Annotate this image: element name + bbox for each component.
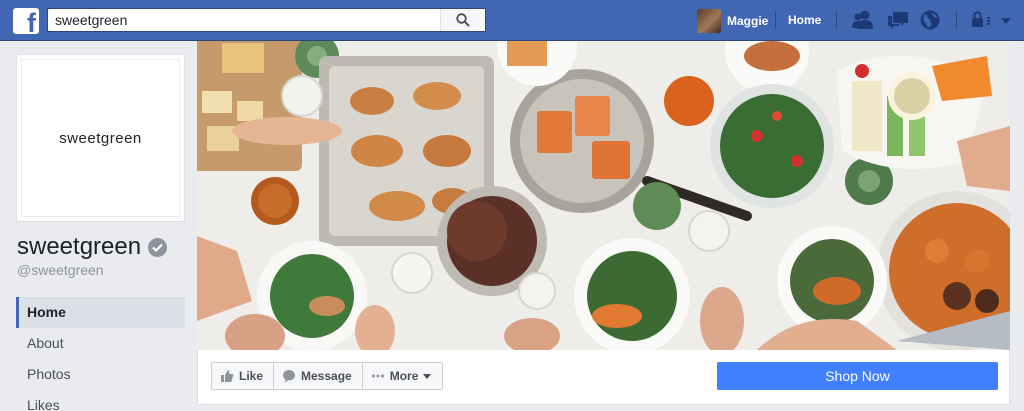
page-handle[interactable]: @sweetgreen [17, 262, 104, 278]
search-box [47, 8, 486, 32]
action-button-group: Like Message More [211, 362, 444, 390]
page-logo: sweetgreen [21, 59, 180, 217]
thumbs-up-icon [221, 370, 234, 382]
quick-help-lock-icon[interactable] [970, 9, 986, 31]
caret-down-icon [423, 374, 432, 379]
profile-name: Maggie [727, 14, 769, 28]
nav-item-photos[interactable]: Photos [16, 359, 185, 390]
message-bubble-icon [283, 370, 296, 383]
cover-photo-image [197, 41, 1010, 350]
search-input[interactable] [48, 9, 440, 31]
verified-badge-icon [148, 237, 168, 257]
top-navigation-bar: f Maggie Home [0, 0, 1024, 41]
nav-item-about[interactable]: About [16, 328, 185, 359]
cover-photo[interactable] [197, 41, 1010, 350]
more-label: More [389, 369, 419, 383]
messages-icon[interactable] [886, 9, 910, 31]
shop-now-label: Shop Now [825, 368, 890, 384]
nav-item-likes[interactable]: Likes [16, 390, 185, 411]
profile-link[interactable]: Maggie [697, 9, 768, 33]
more-button[interactable]: More [361, 362, 444, 390]
message-label: Message [301, 369, 352, 383]
search-icon [456, 13, 470, 27]
globe-notifications-icon[interactable] [919, 9, 943, 31]
divider [836, 12, 837, 28]
divider [956, 12, 957, 28]
nav-item-home[interactable]: Home [16, 297, 185, 328]
caret-down-icon[interactable] [999, 9, 1013, 31]
divider [775, 12, 776, 28]
message-button[interactable]: Message [273, 362, 363, 390]
like-button[interactable]: Like [211, 362, 275, 390]
shop-now-button[interactable]: Shop Now [717, 362, 998, 390]
search-button[interactable] [440, 9, 485, 31]
home-link[interactable]: Home [788, 13, 821, 27]
friend-requests-icon[interactable] [851, 9, 875, 31]
page-title: sweetgreen [17, 233, 168, 261]
page-action-bar: Like Message More Shop Now [197, 350, 1010, 405]
facebook-logo-icon[interactable]: f [13, 8, 39, 37]
page-profile-picture[interactable]: sweetgreen [16, 54, 185, 222]
avatar [697, 9, 721, 33]
settings-menu-icon[interactable] [986, 9, 998, 31]
ellipsis-icon [371, 374, 384, 378]
page-name-text[interactable]: sweetgreen [17, 233, 141, 261]
like-label: Like [239, 369, 264, 383]
page-logo-text: sweetgreen [59, 129, 142, 147]
page-navigation: Home About Photos Likes [16, 297, 185, 411]
